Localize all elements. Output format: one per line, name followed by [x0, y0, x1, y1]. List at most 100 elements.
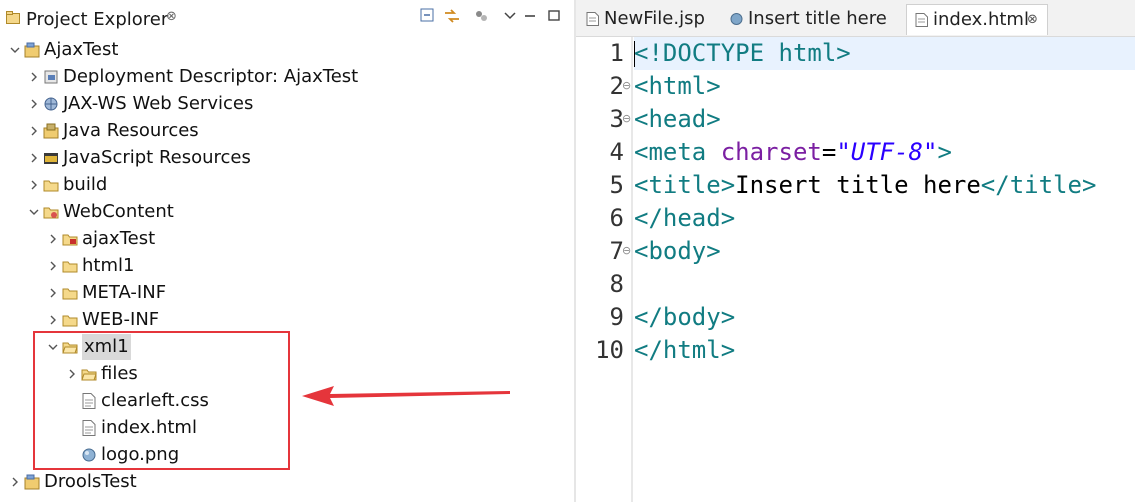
- chevron-right-icon[interactable]: [27, 64, 41, 90]
- line-number: 7: [609, 237, 624, 265]
- chevron-right-icon[interactable]: [46, 280, 60, 306]
- tree-item-ajaxtest[interactable]: AjaxTest: [0, 37, 572, 63]
- tree-item-label: Java Resources: [63, 120, 199, 141]
- editor-tab-bar: NewFile.jsp Insert title here index.html…: [576, 0, 1135, 37]
- tree-item-html1[interactable]: html1: [0, 253, 572, 279]
- code-token: <head>: [634, 105, 721, 133]
- code-token: <title>: [634, 171, 736, 199]
- jsp-file-icon: [586, 12, 599, 26]
- line-number: 10: [595, 336, 624, 364]
- tab-insert-title-here[interactable]: Insert title here: [722, 4, 892, 34]
- code-token: <body>: [634, 237, 721, 265]
- code-line[interactable]: <title>Insert title here</title>: [634, 171, 1096, 199]
- chevron-right-icon[interactable]: [8, 469, 22, 495]
- tab-index-html[interactable]: index.html ⊗: [906, 4, 1048, 35]
- collapse-all-icon[interactable]: [418, 6, 438, 26]
- tree-item-label: Deployment Descriptor: AjaxTest: [63, 66, 359, 87]
- tree-item-ajaxtest[interactable]: ajaxTest: [0, 226, 572, 252]
- chevron-down-icon[interactable]: [8, 37, 22, 63]
- project-explorer-panel: Project Explorer ⊗ AjaxTest Deployment De…: [0, 0, 572, 502]
- tree-item-deployment-descriptor-ajaxtest[interactable]: Deployment Descriptor: AjaxTest: [0, 64, 572, 90]
- project-explorer-icon: [6, 11, 20, 24]
- tree-item-javascript-resources[interactable]: JavaScript Resources: [0, 145, 572, 171]
- code-token: <html>: [634, 72, 721, 100]
- tree-item-label: JAX-WS Web Services: [63, 93, 254, 114]
- tree-item-label: META-INF: [82, 282, 167, 303]
- webservice-icon: [44, 97, 58, 111]
- code-line[interactable]: <meta charset="UTF-8">: [634, 138, 952, 166]
- filters-icon[interactable]: [472, 6, 492, 26]
- code-token: <meta: [634, 138, 721, 166]
- line-number: 2: [609, 72, 624, 100]
- chevron-right-icon[interactable]: [27, 172, 41, 198]
- close-tab-icon[interactable]: ⊗: [1027, 5, 1038, 35]
- code-line[interactable]: <body>: [634, 237, 721, 265]
- close-view-icon[interactable]: ⊗: [166, 9, 177, 24]
- minimize-icon[interactable]: [520, 6, 540, 26]
- tab-label: Insert title here: [748, 8, 887, 29]
- project-icon: [24, 474, 40, 490]
- tree-item-droolstest[interactable]: DroolsTest: [0, 469, 572, 495]
- chevron-right-icon[interactable]: [46, 307, 60, 333]
- view-menu-icon[interactable]: [500, 6, 520, 26]
- chevron-down-icon[interactable]: [27, 199, 41, 225]
- link-with-editor-icon[interactable]: [442, 6, 462, 26]
- tree-item-build[interactable]: build: [0, 172, 572, 198]
- web-folder-icon: [62, 234, 78, 246]
- line-number: 1: [609, 39, 624, 67]
- fold-toggle-icon[interactable]: ⊖: [622, 244, 631, 257]
- line-number: 8: [609, 270, 624, 298]
- deployment-descriptor-icon: [44, 70, 58, 84]
- code-line[interactable]: <html>: [634, 72, 721, 100]
- code-token: </head>: [634, 204, 736, 232]
- tree-item-label: AjaxTest: [44, 39, 119, 60]
- code-line[interactable]: </html>: [634, 336, 735, 364]
- webcontent-folder-icon: [43, 207, 59, 219]
- chevron-right-icon[interactable]: [46, 226, 60, 252]
- tree-item-java-resources[interactable]: Java Resources: [0, 118, 572, 144]
- fold-toggle-icon[interactable]: ⊖: [622, 79, 631, 92]
- chevron-right-icon[interactable]: [27, 118, 41, 144]
- tree-item-jax-ws-web-services[interactable]: JAX-WS Web Services: [0, 91, 572, 117]
- line-number: 5: [609, 171, 624, 199]
- code-line[interactable]: </head>: [634, 204, 735, 232]
- code-line[interactable]: <!DOCTYPE html>: [634, 39, 851, 67]
- tree-item-label: build: [63, 174, 108, 195]
- java-resources-icon: [43, 123, 59, 139]
- gutter-divider: [631, 37, 633, 502]
- html-file-icon: [915, 13, 928, 27]
- browser-icon: [730, 13, 743, 25]
- code-token: >: [937, 138, 952, 166]
- text-caret: [634, 41, 635, 67]
- tree-item-label: ajaxTest: [82, 228, 156, 249]
- tree-item-label: html1: [82, 255, 135, 276]
- project-icon: [24, 42, 40, 58]
- code-token: </body>: [634, 303, 736, 331]
- view-title: Project Explorer: [26, 9, 169, 30]
- tree-item-label: DroolsTest: [44, 471, 137, 492]
- code-line[interactable]: <head>: [634, 105, 721, 133]
- chevron-right-icon[interactable]: [27, 145, 41, 171]
- javascript-resources-icon: [44, 153, 58, 164]
- tree-item-webcontent[interactable]: WebContent: [0, 199, 572, 225]
- maximize-icon[interactable]: [544, 6, 564, 26]
- folder-icon: [43, 180, 59, 192]
- folder-icon: [62, 315, 78, 327]
- tab-label: index.html: [933, 9, 1029, 30]
- tab-newfile-jsp[interactable]: NewFile.jsp: [578, 4, 706, 34]
- folder-icon: [62, 288, 78, 300]
- tree-item-web-inf[interactable]: WEB-INF: [0, 307, 572, 333]
- folder-icon: [62, 261, 78, 273]
- annotation-arrow: [302, 386, 510, 406]
- editor-area: NewFile.jsp Insert title here index.html…: [576, 0, 1135, 502]
- chevron-right-icon[interactable]: [27, 91, 41, 117]
- code-line[interactable]: </body>: [634, 303, 735, 331]
- tab-label: NewFile.jsp: [604, 8, 705, 29]
- tree-item-label: WebContent: [63, 201, 174, 222]
- line-number: 9: [609, 303, 624, 331]
- chevron-right-icon[interactable]: [46, 253, 60, 279]
- tree-item-label: WEB-INF: [82, 309, 160, 330]
- fold-toggle-icon[interactable]: ⊖: [622, 112, 631, 125]
- code-token: </html>: [634, 336, 736, 364]
- tree-item-meta-inf[interactable]: META-INF: [0, 280, 572, 306]
